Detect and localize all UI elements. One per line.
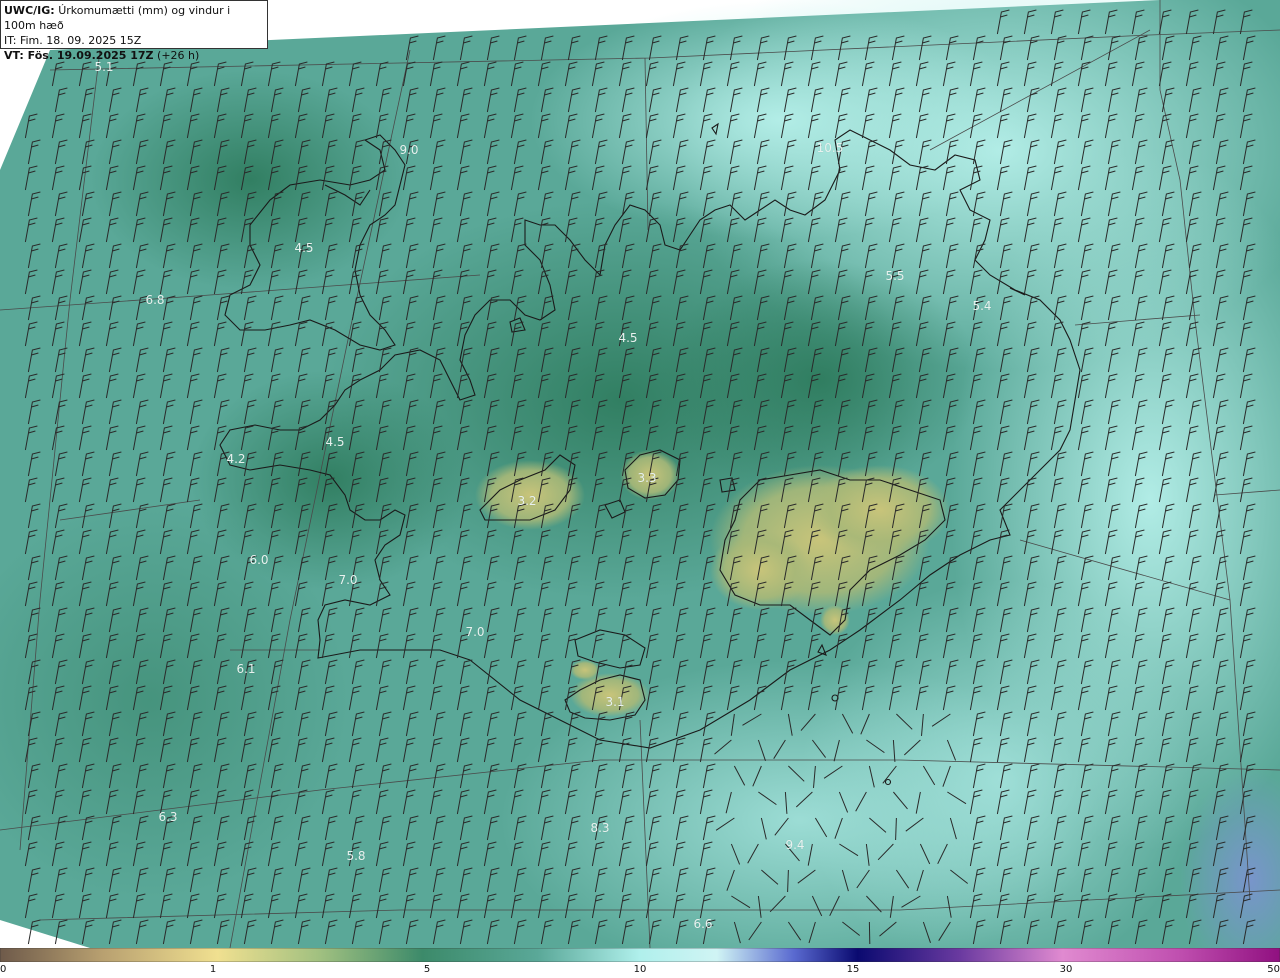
precip-value-label: 6.1 <box>236 662 256 676</box>
colorbar-tick-label: 30 <box>1059 964 1073 975</box>
title-line: UWC/IG: Úrkomumætti (mm) og vindur i 100… <box>4 3 264 33</box>
colorbar-tick-label: 0 <box>0 964 7 975</box>
precip-value-label: 3.3 <box>637 471 657 485</box>
colorbar-ticks: 0 1 5 10 15 30 50 <box>0 962 1280 978</box>
colorbar-tick-label: 5 <box>423 964 431 975</box>
valid-time-line: VT: Fös. 19.09.2025 17Z (+26 h) <box>4 48 264 63</box>
precip-value-label: 10.5 <box>816 141 844 155</box>
precip-value-label: 4.5 <box>294 241 314 255</box>
precip-value-label: 8.3 <box>590 821 610 835</box>
precip-value-label: 7.0 <box>338 573 358 587</box>
header-box: UWC/IG: Úrkomumætti (mm) og vindur i 100… <box>0 0 268 62</box>
lead-time: (+26 h) <box>157 49 200 62</box>
precip-value-label: 6.6 <box>693 917 713 931</box>
colorbar <box>0 948 1280 962</box>
precip-value-label: 3.1 <box>605 695 625 709</box>
precip-value-label: 9.0 <box>399 143 419 157</box>
model-name: UWC/IG: <box>4 4 55 17</box>
valid-time: VT: Fös. 19.09.2025 17Z <box>4 49 154 62</box>
init-time: IT: Fim. 18. 09. 2025 15Z <box>4 34 142 47</box>
precip-value-label: 6.8 <box>145 293 165 307</box>
precip-value-label: 5.8 <box>346 849 366 863</box>
colorbar-tick-label: 1 <box>209 964 217 975</box>
precip-value-label: 9.4 <box>785 838 805 852</box>
precip-value-label: 6.0 <box>249 553 269 567</box>
colorbar-tick-label: 15 <box>846 964 860 975</box>
precip-value-label: 4.5 <box>325 435 345 449</box>
precip-value-label: 4.2 <box>226 452 246 466</box>
precip-value-label: 6.3 <box>158 810 178 824</box>
precip-value-label: 5.4 <box>972 299 992 313</box>
precip-value-label: 5.5 <box>885 269 905 283</box>
colorbar-tick-label: 10 <box>633 964 647 975</box>
colorbar-tick-label: 50 <box>1267 964 1280 975</box>
precip-value-label: 7.0 <box>465 625 485 639</box>
precip-value-label: 3.2 <box>517 494 537 508</box>
precip-value-label: 4.5 <box>618 331 638 345</box>
map-canvas[interactable]: UWC/IG: Úrkomumætti (mm) og vindur i 100… <box>0 0 1280 948</box>
